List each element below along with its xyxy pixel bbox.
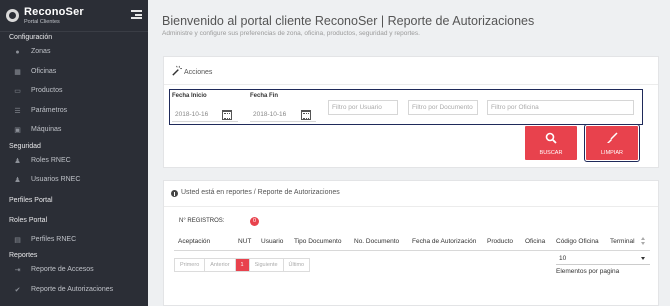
sidebar-item-label: Productos: [31, 87, 63, 94]
logo-icon: [6, 9, 19, 22]
page-next[interactable]: Siguiente: [250, 259, 284, 271]
info-icon: [171, 190, 178, 197]
registros-count-badge: 0: [250, 217, 259, 226]
sidebar-item-reporte-accesos[interactable]: ⇥ Reporte de Accesos: [0, 261, 148, 281]
sidebar-item-productos[interactable]: ▭ Productos: [0, 82, 148, 102]
sidebar-nav: Configuración ● Zonas ▦ Oficinas ▭ Produ…: [0, 32, 148, 300]
table-header: Aceptación NUT Usuario Tipo Documento No…: [174, 231, 650, 251]
limpiar-button[interactable]: LIMPIAR: [584, 124, 640, 162]
report-panel: Usted está en reportes / Reporte de Auto…: [163, 180, 659, 306]
sidebar-item-perfiles-portal[interactable]: Perfiles Portal: [0, 191, 148, 212]
sidebar: ReconoSer Portal Clientes Configuración …: [0, 0, 148, 306]
sidebar-item-label: Máquinas: [31, 126, 62, 133]
brand-name: ReconoSer: [24, 6, 84, 18]
pagination: Primero Anterior 1 Siguiente Último: [174, 258, 311, 272]
sort-icon[interactable]: [641, 237, 646, 245]
sidebar-item-label: Parámetros: [31, 106, 68, 114]
sidebar-item-label: Reporte de Autorizaciones: [31, 285, 114, 293]
users-icon: ♟: [14, 177, 21, 184]
divider: [164, 206, 658, 207]
calendar-icon[interactable]: [222, 110, 232, 120]
sidebar-section-roles-portal: Roles Portal: [9, 216, 48, 224]
buscar-label: BUSCAR: [539, 150, 563, 156]
sidebar-item-perfiles-rnec[interactable]: ▤ Perfiles RNEC: [0, 231, 148, 251]
page-first[interactable]: Primero: [175, 259, 206, 271]
filtro-oficina-input[interactable]: [487, 100, 634, 115]
column-header[interactable]: Tipo Documento: [294, 238, 341, 245]
column-header[interactable]: Código Oficina: [556, 238, 599, 245]
sidebar-item-label: Oficinas: [31, 67, 57, 75]
page-previous[interactable]: Anterior: [205, 259, 236, 271]
column-header[interactable]: Producto: [487, 238, 513, 245]
breadcrumb: Usted está en reportes / Reporte de Auto…: [181, 189, 340, 196]
column-header[interactable]: No. Documento: [354, 238, 399, 245]
filtro-usuario-input[interactable]: [328, 100, 398, 115]
sidebar-item-label: Roles RNEC: [31, 156, 71, 164]
chevron-down-icon: [641, 257, 645, 260]
filter-form: Fecha Inicio Fecha Fin: [169, 89, 643, 125]
column-header[interactable]: Usuario: [261, 238, 283, 245]
page-title: Bienvenido al portal cliente ReconoSer |…: [162, 14, 535, 28]
page-size-label: Elementos por pagina: [556, 268, 620, 275]
limpiar-label: LIMPIAR: [600, 150, 623, 156]
fecha-fin-label: Fecha Fin: [250, 93, 279, 99]
page-subtitle: Administre y configure sus preferencias …: [162, 30, 420, 37]
sidebar-item-parametros[interactable]: ☰ Parámetros: [0, 102, 148, 122]
filtro-documento-input[interactable]: [408, 100, 478, 115]
column-header[interactable]: Aceptación: [178, 238, 210, 245]
page-size-select[interactable]: 10: [556, 252, 650, 265]
sidebar-item-oficinas[interactable]: ▦ Oficinas: [0, 63, 148, 83]
fecha-inicio-label: Fecha Inicio: [172, 93, 207, 99]
divider: [164, 84, 658, 85]
sidebar-item-roles-portal[interactable]: Roles Portal: [0, 212, 148, 231]
column-header[interactable]: Oficina: [525, 238, 545, 245]
registros-label: N° REGISTROS:: [179, 218, 225, 224]
list-icon: ☰: [14, 107, 21, 115]
column-header[interactable]: Terminal: [610, 238, 635, 245]
sidebar-section-reportes: Reportes: [9, 252, 38, 259]
sidebar-item-label: Reporte de Accesos: [31, 266, 94, 273]
sidebar-item-label: Perfiles RNEC: [31, 235, 77, 243]
calendar-icon[interactable]: [301, 110, 311, 120]
building-icon: ▦: [14, 68, 21, 76]
magic-wand-icon: [172, 65, 182, 76]
sidebar-item-label: Zonas: [31, 48, 51, 55]
check-icon: ✔: [14, 286, 21, 294]
sidebar-item-reporte-autorizaciones[interactable]: ✔ Reporte de Autorizaciones: [0, 281, 148, 301]
sidebar-section-seguridad: Seguridad: [9, 142, 41, 150]
credit-card-icon: ▭: [14, 88, 21, 95]
brand-header: ReconoSer Portal Clientes: [0, 0, 148, 32]
sidebar-item-zonas[interactable]: ● Zonas: [0, 43, 148, 63]
sidebar-section-configuracion: Configuración: [9, 34, 53, 41]
column-header[interactable]: NUT: [238, 238, 251, 245]
main-content: Bienvenido al portal cliente ReconoSer |…: [148, 0, 670, 306]
page-size-value: 10: [559, 255, 567, 262]
page-number[interactable]: 1: [235, 259, 250, 271]
sidebar-item-roles-rnec[interactable]: ♟ Roles RNEC: [0, 152, 148, 172]
search-icon: [545, 132, 557, 144]
sidebar-item-label: Usuarios RNEC: [31, 176, 81, 183]
brush-icon: [607, 132, 618, 143]
sign-in-icon: ⇥: [14, 267, 21, 274]
column-header[interactable]: Fecha de Autorización: [412, 238, 476, 245]
acciones-label: Acciones: [184, 69, 213, 76]
sidebar-section-perfiles-portal: Perfiles Portal: [9, 196, 53, 204]
buscar-button[interactable]: BUSCAR: [525, 126, 577, 160]
desktop-icon: ▣: [14, 127, 21, 134]
sidebar-item-usuarios-rnec[interactable]: ♟ Usuarios RNEC: [0, 171, 148, 191]
sidebar-item-maquinas[interactable]: ▣ Máquinas: [0, 121, 148, 141]
user-icon: ♟: [14, 157, 21, 165]
acciones-panel: Acciones Fecha Inicio Fecha Fin BUSCAR: [163, 56, 659, 168]
brand-subtitle: Portal Clientes: [24, 19, 60, 25]
menu-toggle-icon[interactable]: [131, 10, 142, 19]
page-last[interactable]: Último: [284, 259, 310, 271]
map-marker-icon: ●: [15, 49, 20, 56]
id-card-icon: ▤: [14, 236, 21, 244]
